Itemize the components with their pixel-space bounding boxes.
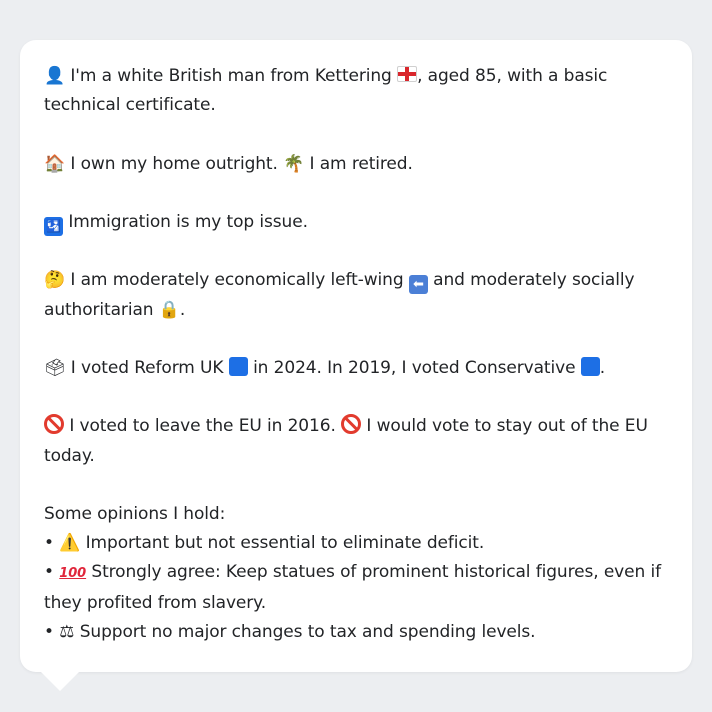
brexit-text-1: I voted to leave the EU in 2016. bbox=[69, 416, 336, 437]
england-flag-icon bbox=[397, 66, 418, 82]
bullet: • bbox=[44, 621, 54, 642]
retired-text: I am retired. bbox=[309, 153, 413, 174]
reform-blue-square-icon bbox=[228, 356, 248, 376]
opinion-text: Important but not essential to eliminate… bbox=[85, 533, 485, 554]
house-icon: 🏠 bbox=[44, 153, 66, 174]
opinion-text: Strongly agree: Keep statues of prominen… bbox=[44, 562, 661, 613]
brexit-paragraph: I voted to leave the EU in 2016. I would… bbox=[44, 412, 672, 470]
top-issue-paragraph: 🛂 Immigration is my top issue. bbox=[44, 208, 672, 237]
ballot-box-icon: 🗳 bbox=[44, 357, 66, 378]
hundred-points-icon: 100 bbox=[59, 566, 87, 582]
lock-icon: 🔒 bbox=[158, 299, 180, 320]
ideology-text-3: . bbox=[179, 299, 186, 320]
list-item: • ⚖ Support no major changes to tax and … bbox=[44, 618, 672, 647]
list-item: • ⚠️ Important but not essential to elim… bbox=[44, 529, 672, 558]
housing-text: I own my home outright. bbox=[70, 153, 278, 174]
palm-tree-icon: 🌴 bbox=[283, 153, 305, 174]
balance-scale-icon: ⚖ bbox=[59, 621, 75, 642]
message-bubble: 👤 I'm a white British man from Kettering… bbox=[20, 40, 692, 672]
prohibited-icon bbox=[44, 414, 64, 435]
identity-text-before: I'm a white British man from Kettering bbox=[70, 66, 392, 86]
message-content: 👤 I'm a white British man from Kettering… bbox=[44, 62, 672, 647]
ideology-paragraph: 🤔 I am moderately economically left-wing… bbox=[44, 266, 672, 324]
opinions-heading: Some opinions I hold: bbox=[44, 503, 226, 524]
warning-icon: ⚠️ bbox=[59, 533, 81, 554]
voting-paragraph: 🗳 I voted Reform UK in 2024. In 2019, I … bbox=[44, 354, 672, 383]
voting-text-2: in 2024. In 2019, I voted Conservative bbox=[253, 357, 576, 378]
bubble-tail bbox=[40, 671, 80, 691]
bust-in-silhouette-icon: 👤 bbox=[44, 66, 66, 86]
bullet: • bbox=[44, 533, 54, 554]
top-issue-text: Immigration is my top issue. bbox=[68, 211, 308, 232]
bullet: • bbox=[44, 562, 54, 583]
conservative-blue-square-icon bbox=[580, 356, 600, 376]
opinion-text: Support no major changes to tax and spen… bbox=[79, 621, 536, 642]
identity-paragraph: 👤 I'm a white British man from Kettering… bbox=[44, 62, 672, 120]
prohibited-icon bbox=[341, 414, 362, 435]
voting-text-1: I voted Reform UK bbox=[70, 357, 224, 378]
voting-text-3: . bbox=[599, 357, 606, 378]
passport-control-icon: 🛂 bbox=[44, 216, 63, 236]
left-arrow-icon: ⬅ bbox=[408, 275, 428, 295]
thinking-face-icon: 🤔 bbox=[44, 270, 66, 291]
list-item: • 100 Strongly agree: Keep statues of pr… bbox=[44, 558, 672, 617]
opinions-section: Some opinions I hold: • ⚠️ Important but… bbox=[44, 500, 672, 647]
ideology-text-1: I am moderately economically left-wing bbox=[70, 270, 404, 291]
housing-paragraph: 🏠 I own my home outright. 🌴 I am retired… bbox=[44, 150, 672, 179]
